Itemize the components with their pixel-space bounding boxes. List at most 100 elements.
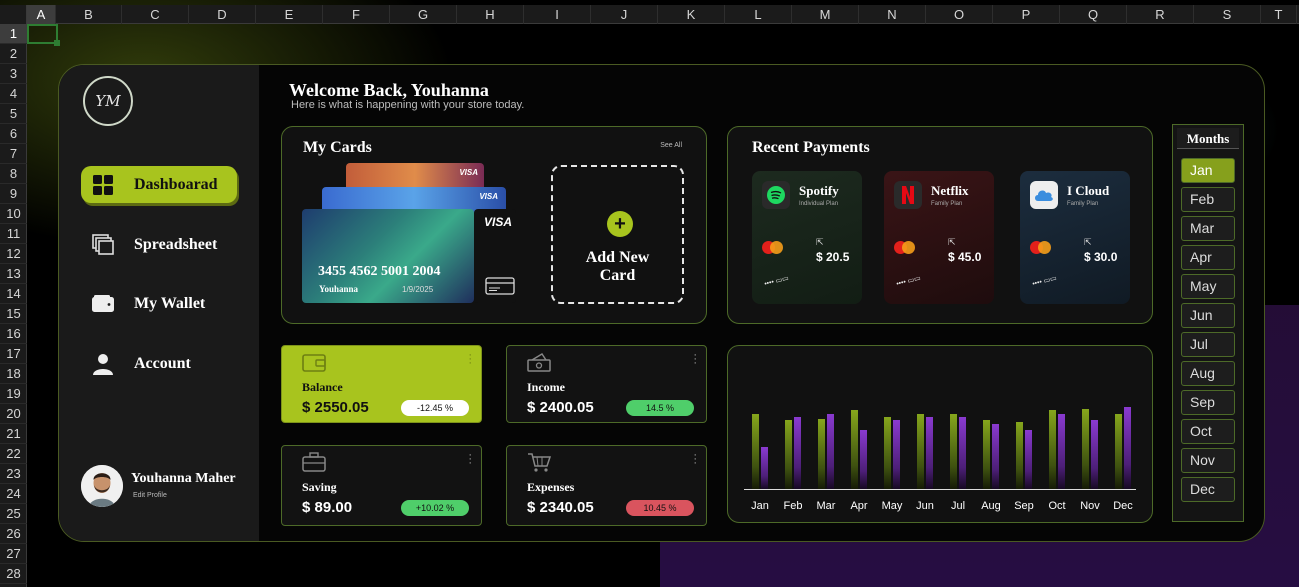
column-headers: ABCDEFGHIJKLMNOPQRST [0,5,1299,24]
avatar-image [81,465,123,507]
row-header[interactable]: 23 [0,464,27,484]
edit-profile-link[interactable]: Edit Profile [133,492,167,499]
my-cards-title: My Cards [303,139,372,156]
chart-x-tick-label: Dec [1113,500,1133,512]
column-header[interactable]: F [323,5,390,24]
visa-logo: VISA [459,168,478,177]
chart-bar [992,424,999,489]
row-header[interactable]: 20 [0,404,27,424]
row-header[interactable]: 22 [0,444,27,464]
payment-card-spotify[interactable]: Spotify Individual Plan ⇱ $ 20.5 •••• ▭▭ [752,171,862,304]
row-header[interactable]: 11 [0,224,27,244]
column-header[interactable]: H [457,5,524,24]
more-options-icon[interactable]: · · · [468,450,472,469]
more-options-icon[interactable]: · · · [693,350,697,369]
column-header[interactable]: T [1261,5,1297,24]
income-tile[interactable]: · · · Income $ 2400.05 14.5 % [506,345,707,423]
month-filter-mar[interactable]: Mar [1181,216,1235,241]
column-header[interactable]: D [189,5,256,24]
column-header[interactable]: E [256,5,323,24]
expenses-tile[interactable]: · · · Expenses $ 2340.05 10.45 % [506,445,707,526]
share-icon: ⇱ [1084,237,1092,247]
row-header[interactable]: 16 [0,324,27,344]
tile-label: Saving [302,480,337,494]
row-header[interactable]: 15 [0,304,27,324]
month-filter-dec[interactable]: Dec [1181,477,1235,502]
column-header[interactable]: A [27,5,56,24]
column-header[interactable]: R [1127,5,1194,24]
saving-tile[interactable]: · · · Saving $ 89.00 +10.02 % [281,445,482,526]
balance-tile[interactable]: · · · Balance $ 2550.05 -12.45 % [281,345,482,423]
fill-handle[interactable] [54,40,60,46]
column-header[interactable]: I [524,5,591,24]
column-header[interactable]: B [56,5,122,24]
payment-card-netflix[interactable]: Netflix Family Plan ⇱ $ 45.0 •••• ▭▭ [884,171,994,304]
nav-label: My Wallet [134,294,206,312]
select-all-corner[interactable] [0,5,27,24]
month-filter-oct[interactable]: Oct [1181,419,1235,444]
row-header[interactable]: 27 [0,544,27,564]
nav-my-wallet[interactable]: My Wallet [81,285,237,322]
row-header[interactable]: 6 [0,124,27,144]
row-header[interactable]: 24 [0,484,27,504]
month-filter-apr[interactable]: Apr [1181,245,1235,270]
column-header[interactable]: M [792,5,859,24]
column-header[interactable]: O [926,5,993,24]
row-header[interactable]: 4 [0,84,27,104]
more-options-icon[interactable]: · · · [693,450,697,469]
column-header[interactable]: P [993,5,1060,24]
more-options-icon[interactable]: · · · [468,350,472,369]
month-filter-feb[interactable]: Feb [1181,187,1235,212]
row-header[interactable]: 10 [0,204,27,224]
row-header[interactable]: 9 [0,184,27,204]
row-header[interactable]: 13 [0,264,27,284]
chart-bar [752,414,759,489]
row-header[interactable]: 26 [0,524,27,544]
tile-value: $ 2550.05 [302,399,369,416]
column-header[interactable]: Q [1060,5,1127,24]
row-header[interactable]: 21 [0,424,27,444]
column-header[interactable]: G [390,5,457,24]
see-all-link[interactable]: See All [660,142,682,149]
row-header[interactable]: 28 [0,564,27,584]
chart-bar [1115,414,1122,489]
cash-icon [527,353,551,372]
row-header[interactable]: 14 [0,284,27,304]
payment-card-icloud[interactable]: I Cloud Family Plan ⇱ $ 30.0 •••• ▭▭ [1020,171,1130,304]
column-header[interactable]: C [122,5,189,24]
column-header[interactable]: S [1194,5,1261,24]
row-header[interactable]: 19 [0,384,27,404]
month-filter-sep[interactable]: Sep [1181,390,1235,415]
row-header[interactable]: 2 [0,44,27,64]
column-header[interactable]: L [725,5,792,24]
month-filter-nov[interactable]: Nov [1181,448,1235,473]
row-header[interactable]: 18 [0,364,27,384]
row-header[interactable]: 5 [0,104,27,124]
row-header[interactable]: 8 [0,164,27,184]
card-number: 3455 4562 5001 2004 [318,264,441,279]
masked-card-number: •••• ▭▭ [763,274,790,289]
month-filter-jan[interactable]: Jan [1181,158,1235,183]
nav-dashboard[interactable]: Dashboarad [81,166,237,203]
mastercard-icon [894,241,916,255]
column-header[interactable]: J [591,5,658,24]
row-header[interactable]: 1 [0,24,27,44]
month-filter-aug[interactable]: Aug [1181,361,1235,386]
month-filter-may[interactable]: May [1181,274,1235,299]
column-header[interactable]: N [859,5,926,24]
row-header[interactable]: 7 [0,144,27,164]
avatar[interactable] [81,465,123,507]
add-new-card-button[interactable]: + Add New Card [551,165,684,304]
payment-plan: Individual Plan [799,201,839,207]
month-filter-jun[interactable]: Jun [1181,303,1235,328]
row-header[interactable]: 3 [0,64,27,84]
chart-x-axis [744,489,1136,490]
row-header[interactable]: 12 [0,244,27,264]
row-header[interactable]: 25 [0,504,27,524]
month-filter-jul[interactable]: Jul [1181,332,1235,357]
column-header[interactable]: K [658,5,725,24]
nav-account[interactable]: Account [81,345,237,382]
nav-spreadsheet[interactable]: Spreadsheet [81,226,237,263]
spotify-icon [762,181,790,209]
row-header[interactable]: 17 [0,344,27,364]
